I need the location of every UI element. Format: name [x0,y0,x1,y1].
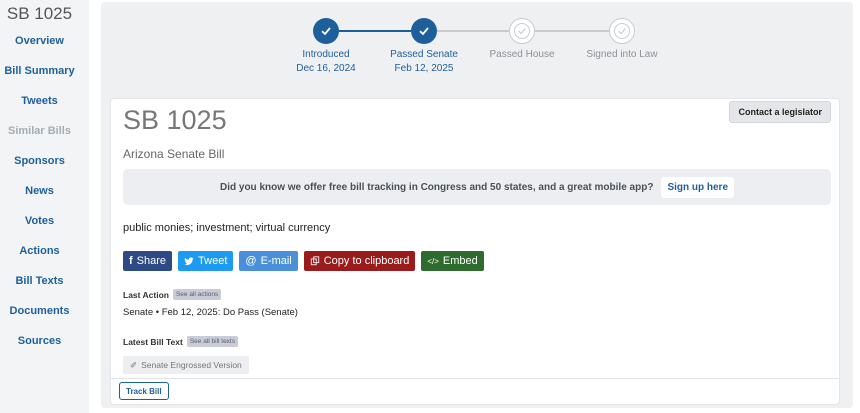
sidebar-item-tweets[interactable]: Tweets [0,95,79,107]
copy-label: Copy to clipboard [323,255,410,267]
bill-subtitle: Arizona Senate Bill [123,147,225,161]
contact-legislator-button[interactable]: Contact a legislator [729,101,831,123]
step-introduced-label: Introduced Dec 16, 2024 [271,48,381,76]
facebook-icon: f [129,255,133,267]
see-all-actions-link[interactable]: See all actions [172,289,222,300]
step-passed-house-label: Passed House [467,48,577,62]
step-date: Feb 12, 2025 [394,63,454,74]
embed-label: Embed [442,255,478,267]
progress-line-done [339,30,411,32]
share-button[interactable]: f Share [123,251,173,271]
clipboard-icon [310,256,319,266]
sidebar-item-similar-bills: Similar Bills [8,125,71,137]
step-signed-label: Signed into Law [567,48,677,62]
sidebar: SB 1025 Overview Bill Summary Tweets Sim… [0,0,89,413]
sidebar-item-bill-summary[interactable]: Bill Summary [0,65,79,77]
sidebar-item-sources[interactable]: Sources [0,335,79,347]
last-action-label: Last Action [123,289,169,300]
sidebar-item-news[interactable]: News [0,185,79,197]
share-label: Share [136,255,167,267]
latest-bill-text-heading: Latest Bill Text See all bill texts [123,336,238,347]
last-action-text: Senate • Feb 12, 2025: Do Pass (Senate) [123,307,298,318]
step-title: Passed House [489,49,555,60]
see-all-bill-texts-link[interactable]: See all bill texts [186,336,238,347]
engrossed-version-label: Senate Engrossed Version [141,360,242,370]
step-title: Introduced [302,49,350,60]
sidebar-item-documents[interactable]: Documents [0,305,79,317]
promo-text: Did you know we offer free bill tracking… [220,181,654,193]
progress-line-pending [435,30,509,32]
bill-topics: public monies; investment; virtual curre… [123,222,331,234]
copy-clipboard-button[interactable]: Copy to clipboard [303,251,416,271]
promo-banner: Did you know we offer free bill tracking… [123,169,831,205]
signup-link[interactable]: Sign up here [661,176,734,198]
sidebar-item-overview[interactable]: Overview [0,35,79,47]
card-footer: Track Bill [111,378,839,404]
email-button[interactable]: @ E-mail [239,251,298,271]
link-icon: ✐ [130,359,138,370]
step-passed-senate-check-icon [411,18,437,44]
main-panel: Introduced Dec 16, 2024 Passed Senate Fe… [101,2,853,408]
tweet-button[interactable]: Tweet [178,251,234,271]
share-buttons: f Share Tweet @ E-mail Copy to clipboard… [123,251,484,271]
engrossed-version-link[interactable]: ✐ Senate Engrossed Version [123,356,249,374]
latest-bill-text-label: Latest Bill Text [123,336,183,347]
email-label: E-mail [260,255,292,267]
sidebar-item-actions[interactable]: Actions [0,245,79,257]
last-action-heading: Last Action See all actions [123,289,222,300]
step-date: Dec 16, 2024 [296,63,356,74]
code-icon: </> [427,256,439,266]
step-passed-senate-label: Passed Senate Feb 12, 2025 [369,48,479,76]
tweet-label: Tweet [198,255,228,267]
sidebar-item-sponsors[interactable]: Sponsors [0,155,79,167]
track-bill-button[interactable]: Track Bill [119,382,169,400]
bill-card: Contact a legislator SB 1025 Arizona Sen… [110,98,840,405]
sidebar-item-bill-texts[interactable]: Bill Texts [0,275,79,287]
step-passed-house-check-icon [509,18,535,44]
at-icon: @ [245,255,257,267]
progress-line-pending [533,30,609,32]
step-title: Signed into Law [586,49,658,60]
bill-title: SB 1025 [123,105,227,135]
embed-button[interactable]: </> Embed [421,251,484,271]
sidebar-item-votes[interactable]: Votes [0,215,79,227]
step-signed-check-icon [609,18,635,44]
step-title: Passed Senate [390,49,458,60]
twitter-icon [184,256,194,265]
step-introduced-check-icon [313,18,339,44]
sidebar-bill-id: SB 1025 [6,4,73,23]
